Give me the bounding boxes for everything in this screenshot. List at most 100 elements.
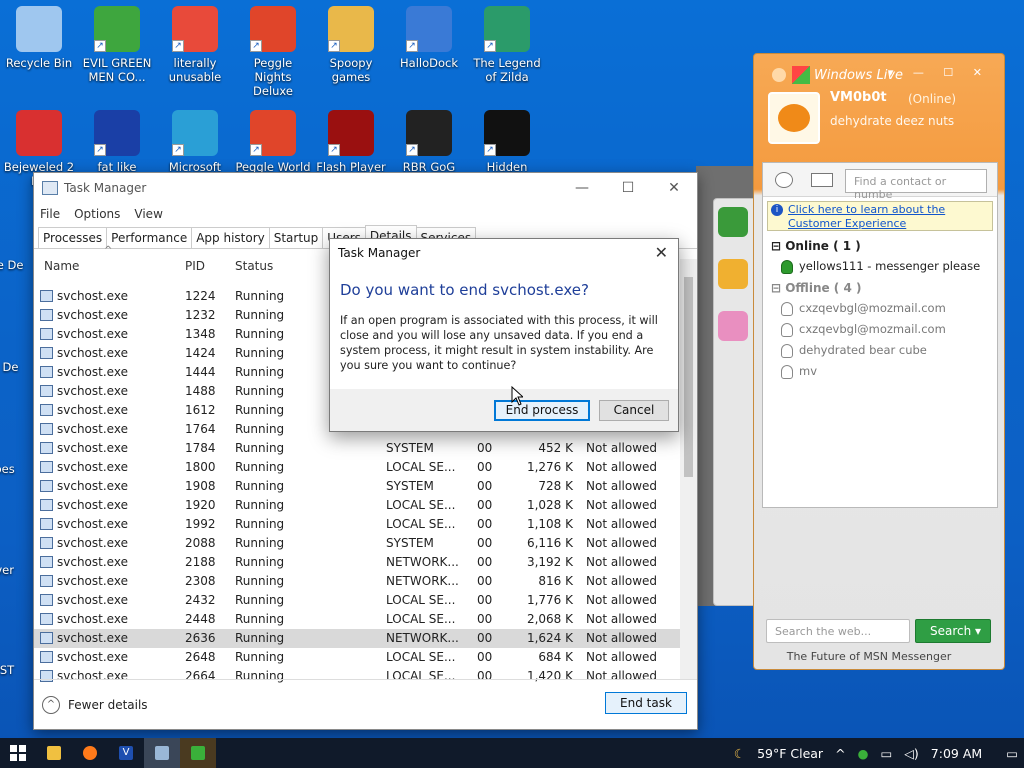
- cell-mem: 1,624 K: [526, 631, 573, 645]
- partial-shortcut-label[interactable]: does: [0, 462, 36, 476]
- end-process-button[interactable]: End process: [494, 400, 590, 421]
- online-status[interactable]: (Online): [908, 92, 956, 106]
- alerts-bell-icon[interactable]: [718, 259, 748, 289]
- ce-link-text[interactable]: Click here to learn about the Customer E…: [788, 203, 945, 230]
- desktop-shortcut[interactable]: Recycle Bin: [0, 0, 78, 70]
- vertical-scrollbar[interactable]: [680, 259, 697, 679]
- weather-text[interactable]: 59°F Clear: [757, 746, 823, 761]
- contacts-tab-icon[interactable]: [718, 207, 748, 237]
- start-button[interactable]: [0, 738, 36, 768]
- dialog-close-button[interactable]: ✕: [655, 243, 668, 262]
- contact-name: yellows111 - messenger please: [799, 259, 981, 273]
- group-online[interactable]: ⊟ Online ( 1 ): [763, 235, 997, 256]
- messenger-tray-icon[interactable]: ●: [858, 746, 869, 761]
- tab-processes[interactable]: Processes: [38, 227, 108, 248]
- partial-shortcut-label[interactable]: Beje De: [0, 258, 36, 272]
- contact-item[interactable]: cxzqevbgl@mozmail.com: [763, 319, 997, 340]
- fewer-details-link[interactable]: ^ Fewer details: [42, 696, 148, 714]
- column-name[interactable]: Name: [44, 259, 79, 273]
- desktop-shortcut[interactable]: ↗ Peggle World: [234, 104, 312, 174]
- scrollbar-thumb[interactable]: [684, 277, 693, 477]
- minimize-button[interactable]: —: [559, 180, 605, 196]
- offline-buddy-icon: [781, 323, 793, 337]
- process-icon: [40, 632, 53, 644]
- taskbar-firefox[interactable]: [72, 738, 108, 768]
- table-row[interactable]: svchost.exe 1800 Running LOCAL SE... 00 1,276…: [34, 458, 682, 477]
- process-icon: [40, 423, 53, 435]
- taskbar-app-v[interactable]: V: [108, 738, 144, 768]
- table-row[interactable]: svchost.exe 2188 Running NETWORK... 00 3,192 …: [34, 553, 682, 572]
- desktop-shortcut[interactable]: ↗ Peggle Nights Deluxe: [234, 0, 312, 98]
- partial-shortcut-label[interactable]: Ch De: [0, 360, 36, 374]
- title-bar[interactable]: Task Manager — ☐ ✕: [34, 173, 697, 203]
- menu-view[interactable]: View: [134, 207, 162, 221]
- table-row[interactable]: svchost.exe 2308 Running NETWORK... 00 816 K N…: [34, 572, 682, 591]
- table-row[interactable]: svchost.exe 1908 Running SYSTEM 00 728 K Not a…: [34, 477, 682, 496]
- search-button[interactable]: Search ▾: [915, 619, 991, 643]
- taskbar-file-explorer[interactable]: [36, 738, 72, 768]
- cell-status: Running: [235, 498, 285, 512]
- table-row[interactable]: svchost.exe 1784 Running SYSTEM 00 452 K Not a…: [34, 439, 682, 458]
- network-icon[interactable]: ▭: [880, 746, 892, 761]
- chevron-up-icon[interactable]: ^: [835, 746, 845, 761]
- desktop-shortcut[interactable]: ↗ Microsoft: [156, 104, 234, 174]
- tab-app-history[interactable]: App history: [191, 227, 270, 248]
- desktop-shortcut[interactable]: ↗ Hidden: [468, 104, 546, 174]
- cell-uac: Not allowed: [586, 574, 658, 588]
- avatar[interactable]: [768, 92, 820, 144]
- desktop-shortcut[interactable]: ↗ RBR GoG: [390, 104, 468, 174]
- table-row[interactable]: svchost.exe 2648 Running LOCAL SE... 00 684 K…: [34, 648, 682, 667]
- tab-startup[interactable]: Startup: [268, 227, 324, 248]
- menu-file[interactable]: File: [40, 207, 60, 221]
- desktop-shortcut[interactable]: ↗ literally unusable: [156, 0, 234, 84]
- table-row[interactable]: svchost.exe 2448 Running LOCAL SE... 00 2,068…: [34, 610, 682, 629]
- table-row[interactable]: svchost.exe 2088 Running SYSTEM 00 6,116 K Not…: [34, 534, 682, 553]
- taskbar-task-manager[interactable]: [144, 738, 180, 768]
- group-offline[interactable]: ⊟ Offline ( 4 ): [763, 277, 997, 298]
- desktop-shortcut[interactable]: ↗ Spoopy games: [312, 0, 390, 84]
- maximize-button[interactable]: ☐: [605, 180, 651, 196]
- contact-search-input[interactable]: Find a contact or numbe: [845, 169, 987, 201]
- desktop-shortcut[interactable]: ↗ Flash Player: [312, 104, 390, 174]
- web-search-input[interactable]: Search the web...: [766, 619, 910, 643]
- column-pid[interactable]: PID: [185, 259, 205, 273]
- desktop-shortcut[interactable]: ↗ EVIL GREEN MEN CO...: [78, 0, 156, 84]
- close-button[interactable]: ✕: [651, 180, 697, 196]
- menu-orb-icon[interactable]: [772, 68, 786, 82]
- table-row[interactable]: svchost.exe 2432 Running LOCAL SE... 00 1,776…: [34, 591, 682, 610]
- window-controls[interactable]: ▾ — ☐ ✕: [888, 66, 990, 79]
- clock[interactable]: 7:09 AM: [931, 746, 982, 761]
- contact-item[interactable]: yellows111 - messenger please: [763, 256, 997, 277]
- menu-options[interactable]: Options: [74, 207, 120, 221]
- cell-status: Running: [235, 555, 285, 569]
- contact-item[interactable]: mv: [763, 361, 997, 382]
- customer-experience-link[interactable]: i Click here to learn about the Customer…: [767, 201, 993, 231]
- taskbar-messenger[interactable]: [180, 738, 216, 768]
- dialog-title-bar[interactable]: Task Manager ✕: [330, 239, 678, 267]
- add-contact-icon[interactable]: [775, 172, 793, 188]
- tab-performance[interactable]: Performance: [106, 227, 193, 248]
- notifications-icon[interactable]: ▭: [1006, 746, 1018, 761]
- table-row[interactable]: svchost.exe 1920 Running LOCAL SE... 00 1,028…: [34, 496, 682, 515]
- end-process-dialog: Task Manager ✕ Do you want to end svchos…: [329, 238, 679, 432]
- cell-user: LOCAL SE...: [386, 593, 456, 607]
- desktop-shortcut[interactable]: ↗ HalloDock: [390, 0, 468, 70]
- volume-icon[interactable]: ◁): [904, 746, 919, 761]
- flowers-tab-icon[interactable]: [718, 311, 748, 341]
- list-view-icon[interactable]: [811, 173, 833, 187]
- contact-item[interactable]: cxzqevbgl@mozmail.com: [763, 298, 997, 319]
- end-task-button[interactable]: End task: [605, 692, 687, 714]
- process-icon: [40, 537, 53, 549]
- table-row[interactable]: svchost.exe 1992 Running LOCAL SE... 00 1,108…: [34, 515, 682, 534]
- cell-name: svchost.exe: [57, 308, 128, 322]
- personal-message[interactable]: dehydrate deez nuts: [830, 114, 954, 128]
- desktop-shortcut[interactable]: ↗ The Legend of Zilda: [468, 0, 546, 84]
- contact-item[interactable]: dehydrated bear cube: [763, 340, 997, 361]
- partial-shortcut-label[interactable]: INST: [0, 663, 36, 677]
- cell-pid: 2636: [185, 631, 216, 645]
- username[interactable]: VM0b0t: [830, 90, 887, 105]
- partial-shortcut-label[interactable]: Ever: [0, 563, 36, 577]
- table-row[interactable]: svchost.exe 2636 Running NETWORK... 00 1,624 …: [34, 629, 682, 648]
- cancel-button[interactable]: Cancel: [599, 400, 669, 421]
- column-status[interactable]: Status: [235, 259, 273, 273]
